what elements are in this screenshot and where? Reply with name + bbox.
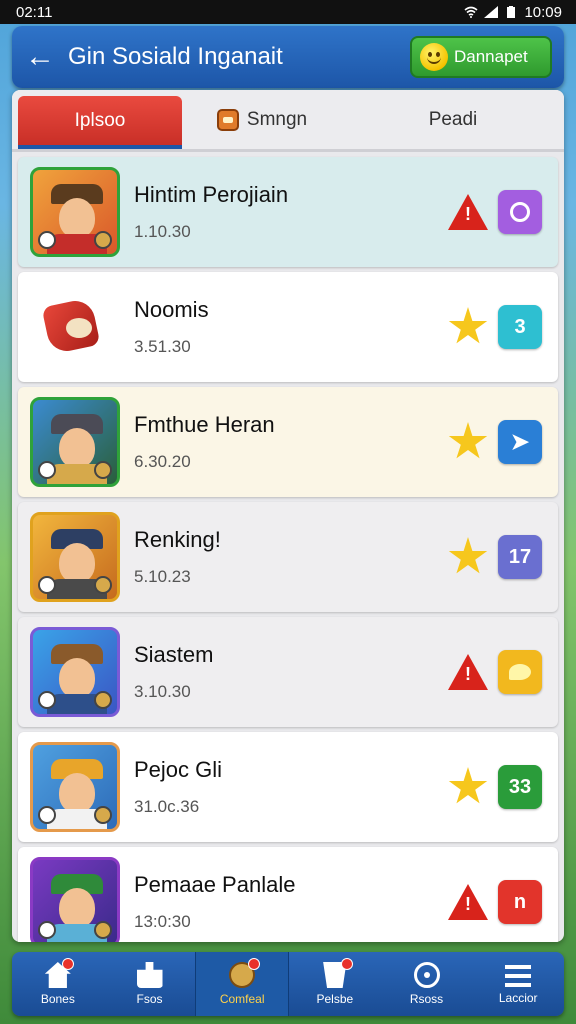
nav-label: Bones [40,992,75,1006]
tab-3[interactable]: Peadi [342,90,564,149]
target-icon [413,962,440,988]
list-item[interactable]: Renking! 5.10.23 17 [18,502,558,612]
list-item[interactable]: Noomis 3.51.30 3 [18,272,558,382]
row-subtitle: 6.30.20 [134,452,191,471]
nav-item-active[interactable]: Comfeal [195,952,290,1016]
row-title: Fmthue Heran [134,412,275,437]
list-item[interactable]: Pejoc Gli 31.0c.36 33 [18,732,558,842]
puzzle-icon [136,962,163,988]
row-title: Pejoc Gli [134,757,223,782]
signal-icon [484,6,499,18]
chest-icon [216,108,239,131]
warning-icon [448,192,488,232]
row-subtitle: 3.51.30 [134,337,191,356]
row-subtitle: 5.10.23 [134,567,191,586]
list-item[interactable]: Hintim Perojiain 1.10.30 [18,157,558,267]
avatar [30,512,120,602]
warning-icon [448,652,488,692]
row-title: Noomis [134,297,209,322]
notification-dot [341,958,354,970]
tab-1[interactable]: Iplsoo [18,96,182,149]
back-arrow-icon[interactable]: ← [12,26,68,88]
status-time: 02:11 [16,3,53,21]
star-icon [448,767,488,807]
nav-item-target[interactable]: Rsoss [381,952,473,1016]
player-list: Hintim Perojiain 1.10.30 Noomis 3.51.30 … [12,157,564,942]
row-title: Renking! [134,527,221,552]
wifi-icon [464,6,478,18]
count-badge[interactable]: 33 [498,765,542,809]
notification-dot [62,958,74,970]
nav-item-cup[interactable]: Pelsbe [289,952,381,1016]
row-title: Hintim Perojiain [134,182,289,207]
row-subtitle: 1.10.30 [134,222,191,241]
tab-bar: Iplsoo Smngn Peadi [12,90,564,152]
row-subtitle: 13:0:30 [134,912,191,931]
star-icon [448,307,488,347]
star-icon [448,537,488,577]
row-title: Siastem [134,642,214,667]
list-item[interactable]: Fmthue Heran 6.30.20 ➤ [18,387,558,497]
app-header: ← Gin Sosiald Inganait Dannapet [12,26,564,88]
row-subtitle: 3.10.30 [134,682,191,701]
battery-icon [507,6,516,18]
avatar [30,397,120,487]
nav-item-menu[interactable]: Laccior [472,952,564,1016]
warning-icon [448,882,488,922]
main-panel: Iplsoo Smngn Peadi Hintim Perojiain 1.10… [12,90,564,942]
nav-label: Comfeal [219,992,265,1006]
avatar [30,742,120,832]
avatar [30,167,120,257]
avatar [30,627,120,717]
tab-1-label: Iplsoo [74,109,126,131]
ring-badge-icon[interactable] [498,190,542,234]
avatar [30,857,120,942]
mascot-avatar [30,282,120,372]
tab-2[interactable]: Smngn [182,90,342,149]
row-subtitle: 31.0c.36 [134,797,200,816]
nav-item-home[interactable]: Bones [12,952,104,1016]
tab-2-label: Smngn [246,108,308,130]
row-title: Pemaae Panlale [134,872,296,897]
bottom-nav: Bones Fsos Comfeal Pelsbe Rsoss Laccior [12,952,564,1016]
smiley-icon [420,43,448,71]
count-badge[interactable]: 17 [498,535,542,579]
count-badge[interactable]: 3 [498,305,542,349]
menu-icon [505,965,532,987]
tab-3-label: Peadi [428,108,478,130]
list-item[interactable]: Siastem 3.10.30 [18,617,558,727]
header-action-button[interactable]: Dannapet [410,36,552,78]
status-bar: 02:11 10:09 [0,0,576,24]
notification-dot [248,958,261,970]
count-badge[interactable]: n [498,880,542,924]
nav-label: Rsoss [409,992,444,1006]
list-item[interactable]: Pemaae Panlale 13:0:30 n [18,847,558,942]
page-title: Gin Sosiald Inganait [68,43,283,70]
nav-label: Laccior [498,991,538,1005]
header-action-label: Dannapet [454,47,528,66]
star-icon [448,422,488,462]
status-icons: 10:09 [464,4,562,21]
nav-label: Fsos [136,992,163,1006]
status-clock: 10:09 [524,3,562,21]
nav-label: Pelsbe [316,992,354,1006]
chat-badge-icon[interactable] [498,650,542,694]
nav-item-puzzle[interactable]: Fsos [104,952,196,1016]
arrow-badge-icon[interactable]: ➤ [498,420,542,464]
